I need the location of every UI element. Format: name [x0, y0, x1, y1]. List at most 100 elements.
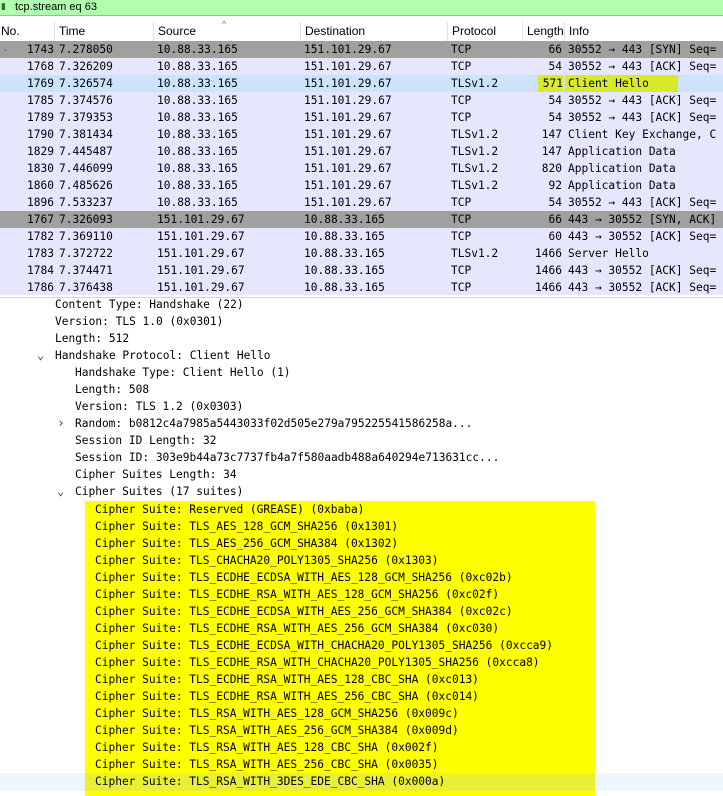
- detail-field[interactable]: Cipher Suite: TLS_RSA_WITH_AES_256_GCM_S…: [95, 722, 459, 739]
- packet-cell-time: 7.372722: [59, 247, 113, 260]
- display-filter-input[interactable]: tcp.stream eq 63: [15, 0, 97, 15]
- column-header-length[interactable]: Length: [522, 22, 564, 41]
- column-label: Source: [158, 24, 197, 38]
- detail-field[interactable]: Random: b0812c4a7985a5443033f02d505e279a…: [75, 415, 472, 432]
- packet-cell-info: 30552 → 443 [ACK] Seq=: [568, 111, 717, 124]
- packet-row[interactable]: 1769 7.326574 10.88.33.165 151.101.29.67 TLS…: [0, 75, 723, 92]
- packet-row[interactable]: 1829 7.445487 10.88.33.165 151.101.29.67 TLS…: [0, 143, 723, 160]
- packet-cell-proto: TLSv1.2: [451, 128, 499, 141]
- packet-row[interactable]: 1785 7.374576 10.88.33.165 151.101.29.67 TCP…: [0, 92, 723, 109]
- detail-field[interactable]: Cipher Suite: TLS_AES_128_GCM_SHA256 (0x…: [95, 518, 398, 535]
- packet-row[interactable]: 1830 7.446099 10.88.33.165 151.101.29.67 TLS…: [0, 160, 723, 177]
- column-label: Protocol: [452, 24, 497, 38]
- packet-row[interactable]: 1784 7.374471 151.101.29.67 10.88.33.165 TCP…: [0, 262, 723, 279]
- packet-cell-no: 1860: [27, 179, 54, 192]
- detail-field[interactable]: Cipher Suite: TLS_RSA_WITH_AES_256_CBC_S…: [95, 756, 439, 773]
- detail-field[interactable]: Cipher Suites Length: 34: [75, 466, 237, 483]
- packet-cell-src: 151.101.29.67: [157, 264, 245, 277]
- detail-field[interactable]: Session ID Length: 32: [75, 432, 216, 449]
- packet-cell-src: 10.88.33.165: [157, 179, 238, 192]
- packet-cell-proto: TLSv1.2: [451, 179, 499, 192]
- collapse-chevron-right-icon[interactable]: ›: [57, 415, 65, 432]
- sort-ascending-icon: ^: [222, 19, 227, 29]
- packet-cell-proto: TCP: [451, 111, 472, 124]
- packet-row[interactable]: 1783 7.372722 151.101.29.67 10.88.33.165 TLS…: [0, 245, 723, 262]
- packet-row[interactable]: 1767 7.326093 151.101.29.67 10.88.33.165 TCP…: [0, 211, 723, 228]
- packet-cell-no: 1767: [27, 213, 54, 226]
- packet-row[interactable]: 1790 7.381434 10.88.33.165 151.101.29.67 TLS…: [0, 126, 723, 143]
- packet-cell-proto: TCP: [451, 60, 472, 73]
- detail-field[interactable]: Handshake Type: Client Hello (1): [75, 364, 291, 381]
- packet-cell-info: 443 → 30552 [ACK] Seq=: [568, 281, 717, 294]
- packet-list[interactable]: - 1743 7.278050 10.88.33.165 151.101.29.67 TC…: [0, 41, 723, 295]
- packet-cell-src: 151.101.29.67: [157, 213, 245, 226]
- detail-field[interactable]: Cipher Suite: TLS_CHACHA20_POLY1305_SHA2…: [95, 552, 439, 569]
- packet-cell-info: 443 → 30552 [ACK] Seq=: [568, 230, 717, 243]
- packet-cell-info: Client Hello: [565, 75, 678, 92]
- column-header-time[interactable]: Time: [54, 22, 153, 41]
- packet-cell-info: 30552 → 443 [ACK] Seq=: [568, 60, 717, 73]
- detail-field[interactable]: Version: TLS 1.2 (0x0303): [75, 398, 243, 415]
- detail-field[interactable]: Cipher Suite: TLS_ECDHE_RSA_WITH_AES_128…: [95, 671, 479, 688]
- packet-row[interactable]: 1789 7.379353 10.88.33.165 151.101.29.67 TCP…: [0, 109, 723, 126]
- column-header-no[interactable]: No.: [0, 22, 52, 41]
- packet-cell-proto: TCP: [451, 94, 472, 107]
- detail-field[interactable]: Cipher Suite: TLS_ECDHE_ECDSA_WITH_AES_1…: [95, 569, 513, 586]
- detail-field[interactable]: Version: TLS 1.0 (0x0301): [55, 313, 223, 330]
- packet-row[interactable]: 1896 7.533237 10.88.33.165 151.101.29.67 TCP…: [0, 194, 723, 211]
- conversation-line-icon: -: [2, 43, 9, 56]
- packet-cell-src: 10.88.33.165: [157, 162, 238, 175]
- packet-cell-src: 10.88.33.165: [157, 111, 238, 124]
- column-header-destination[interactable]: Destination: [300, 22, 447, 41]
- packet-cell-no: 1743: [27, 43, 54, 56]
- detail-field[interactable]: Cipher Suite: TLS_ECDHE_RSA_WITH_AES_128…: [95, 586, 499, 603]
- packet-cell-len: 54: [548, 111, 562, 124]
- detail-field[interactable]: Length: 508: [75, 381, 149, 398]
- packet-row[interactable]: - 1743 7.278050 10.88.33.165 151.101.29.67 TC…: [0, 41, 723, 58]
- packet-cell-time: 7.326093: [59, 213, 113, 226]
- column-header-info[interactable]: Info: [564, 22, 723, 41]
- packet-cell-info: 443 → 30552 [SYN, ACK]: [568, 213, 717, 226]
- packet-row[interactable]: 1786 7.376438 151.101.29.67 10.88.33.165 TCP…: [0, 279, 723, 295]
- packet-cell-dst: 151.101.29.67: [304, 128, 392, 141]
- detail-field[interactable]: Cipher Suite: Reserved (GREASE) (0xbaba): [95, 501, 364, 518]
- packet-cell-no: 1785: [27, 94, 54, 107]
- detail-field[interactable]: Content Type: Handshake (22): [55, 298, 244, 313]
- display-filter-bar[interactable]: ▮ tcp.stream eq 63: [0, 0, 723, 16]
- detail-field[interactable]: Handshake Protocol: Client Hello: [55, 347, 271, 364]
- packet-cell-src: 10.88.33.165: [157, 196, 238, 209]
- detail-field[interactable]: Cipher Suite: TLS_RSA_WITH_AES_128_GCM_S…: [95, 705, 459, 722]
- expand-chevron-down-icon[interactable]: ⌄: [57, 483, 64, 500]
- detail-field[interactable]: Cipher Suite: TLS_RSA_WITH_3DES_EDE_CBC_…: [95, 773, 445, 790]
- packet-details-pane[interactable]: Content Type: Handshake (22) Version: TLS…: [0, 297, 723, 796]
- packet-cell-no: 1830: [27, 162, 54, 175]
- detail-field[interactable]: Cipher Suites (17 suites): [75, 483, 243, 500]
- column-header-source[interactable]: Source: [153, 22, 300, 41]
- detail-field[interactable]: Cipher Suite: TLS_ECDHE_RSA_WITH_AES_256…: [95, 620, 499, 637]
- detail-field[interactable]: Cipher Suite: TLS_ECDHE_RSA_WITH_CHACHA2…: [95, 654, 540, 671]
- packet-cell-info: 443 → 30552 [ACK] Seq=: [568, 264, 717, 277]
- packet-cell-no: 1829: [27, 145, 54, 158]
- bookmark-icon[interactable]: ▮: [1, 2, 10, 13]
- packet-cell-src: 10.88.33.165: [157, 94, 238, 107]
- expand-chevron-down-icon[interactable]: ⌄: [37, 347, 44, 364]
- packet-row[interactable]: 1860 7.485626 10.88.33.165 151.101.29.67 TLS…: [0, 177, 723, 194]
- detail-field[interactable]: Cipher Suite: TLS_ECDHE_ECDSA_WITH_CHACH…: [95, 637, 553, 654]
- packet-cell-time: 7.376438: [59, 281, 113, 294]
- packet-row[interactable]: 1782 7.369110 151.101.29.67 10.88.33.165 TCP…: [0, 228, 723, 245]
- packet-row[interactable]: 1768 7.326209 10.88.33.165 151.101.29.67 TCP…: [0, 58, 723, 75]
- packet-cell-no: 1784: [27, 264, 54, 277]
- detail-field[interactable]: Cipher Suite: TLS_ECDHE_RSA_WITH_AES_256…: [95, 688, 479, 705]
- packet-cell-dst: 151.101.29.67: [304, 60, 392, 73]
- detail-field[interactable]: Cipher Suite: TLS_AES_256_GCM_SHA384 (0x…: [95, 535, 398, 552]
- detail-field[interactable]: Cipher Suite: TLS_RSA_WITH_AES_128_CBC_S…: [95, 739, 439, 756]
- packet-cell-no: 1790: [27, 128, 54, 141]
- detail-field[interactable]: Cipher Suite: TLS_ECDHE_ECDSA_WITH_AES_2…: [95, 603, 513, 620]
- detail-field[interactable]: Length: 512: [55, 330, 129, 347]
- packet-cell-src: 10.88.33.165: [157, 128, 238, 141]
- packet-cell-dst: 10.88.33.165: [304, 247, 385, 260]
- column-header-protocol[interactable]: Protocol: [447, 22, 522, 41]
- packet-cell-len: 54: [548, 60, 562, 73]
- packet-cell-time: 7.374471: [59, 264, 113, 277]
- detail-field[interactable]: Session ID: 303e9b44a73c7737fb4a7f580aad…: [75, 449, 499, 466]
